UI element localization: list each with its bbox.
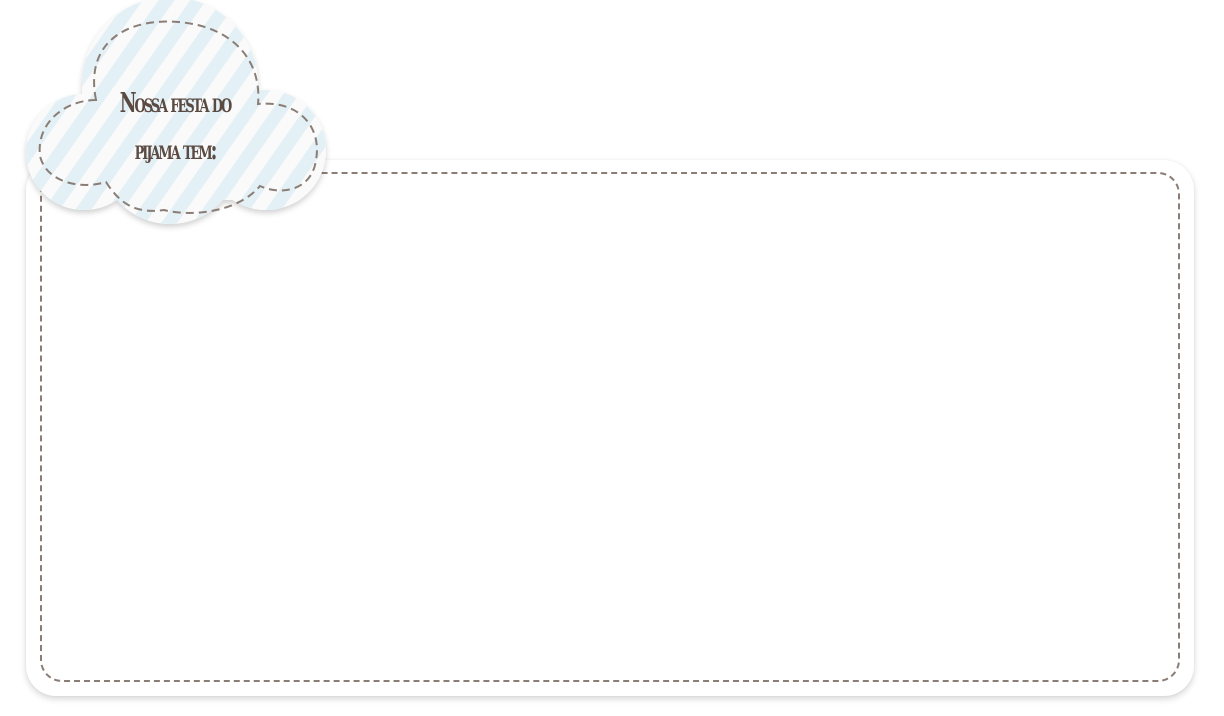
badge-heading: Nossa festa do pijama tem: xyxy=(98,80,252,174)
invitation-canvas: Nossa festa do pijama tem: xyxy=(0,0,1224,716)
badge-heading-line-2: pijama tem: xyxy=(134,135,218,166)
badge-heading-line-1: Nossa festa do xyxy=(119,88,232,119)
